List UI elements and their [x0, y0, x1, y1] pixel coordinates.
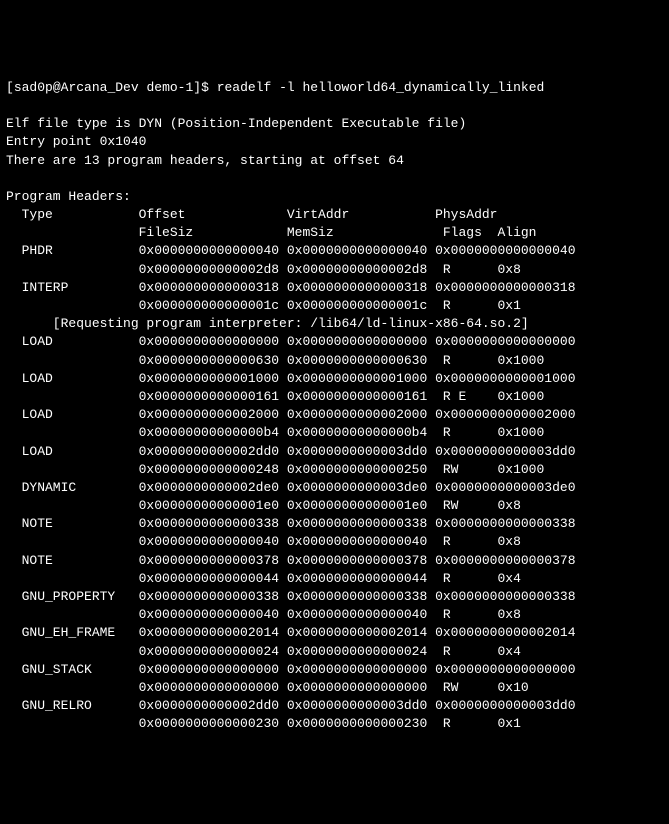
program-headers-table: PHDR 0x0000000000000040 0x00000000000000… [6, 243, 576, 731]
entry-point: Entry point 0x1040 [6, 134, 146, 149]
prompt-host: Arcana_Dev [61, 80, 139, 95]
prompt-user: sad0p [14, 80, 53, 95]
terminal-output: [sad0p@Arcana_Dev demo-1]$ readelf -l he… [6, 79, 663, 734]
section-title: Program Headers: [6, 189, 131, 204]
header-count: There are 13 program headers, starting a… [6, 153, 404, 168]
prompt-cwd: demo-1 [146, 80, 193, 95]
command-text: readelf -l helloworld64_dynamically_link… [217, 80, 545, 95]
column-headers: Type Offset VirtAddr PhysAddr FileSiz Me… [6, 207, 537, 240]
elf-filetype: Elf file type is DYN (Position-Independe… [6, 116, 466, 131]
shell-prompt[interactable]: [sad0p@Arcana_Dev demo-1]$ [6, 80, 217, 95]
